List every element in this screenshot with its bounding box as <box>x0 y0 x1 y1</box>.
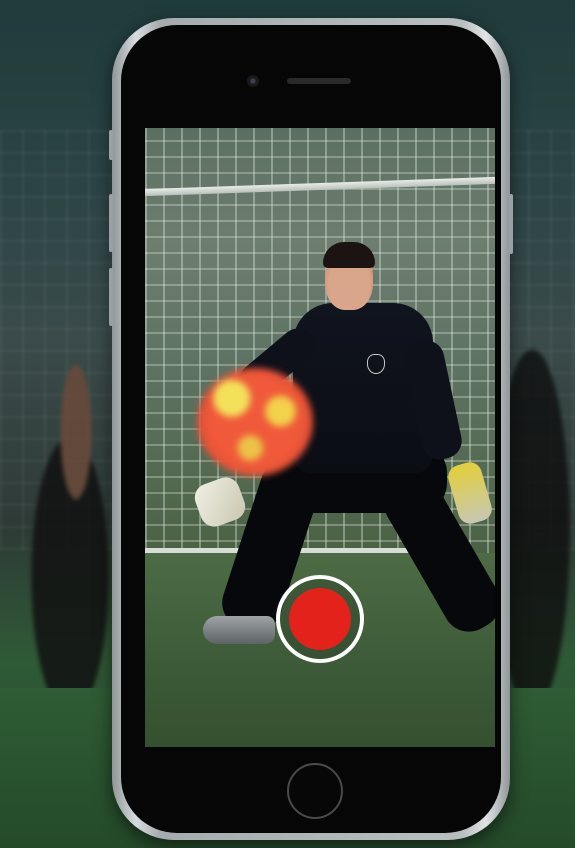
football <box>197 368 313 476</box>
home-button[interactable] <box>287 763 343 819</box>
smartphone <box>109 18 513 840</box>
record-icon <box>289 588 351 650</box>
mute-switch <box>109 130 113 160</box>
power-button <box>509 194 513 254</box>
phone-bezel <box>121 25 501 833</box>
record-button[interactable] <box>276 575 364 663</box>
camera-viewfinder <box>145 128 495 747</box>
goalkeeper-hair <box>323 242 375 268</box>
club-crest-icon <box>367 354 385 374</box>
front-camera-icon <box>247 75 259 87</box>
goalkeeper-boot <box>203 616 275 644</box>
volume-down-button <box>109 268 113 326</box>
earpiece-speaker <box>287 78 351 84</box>
volume-up-button <box>109 194 113 252</box>
